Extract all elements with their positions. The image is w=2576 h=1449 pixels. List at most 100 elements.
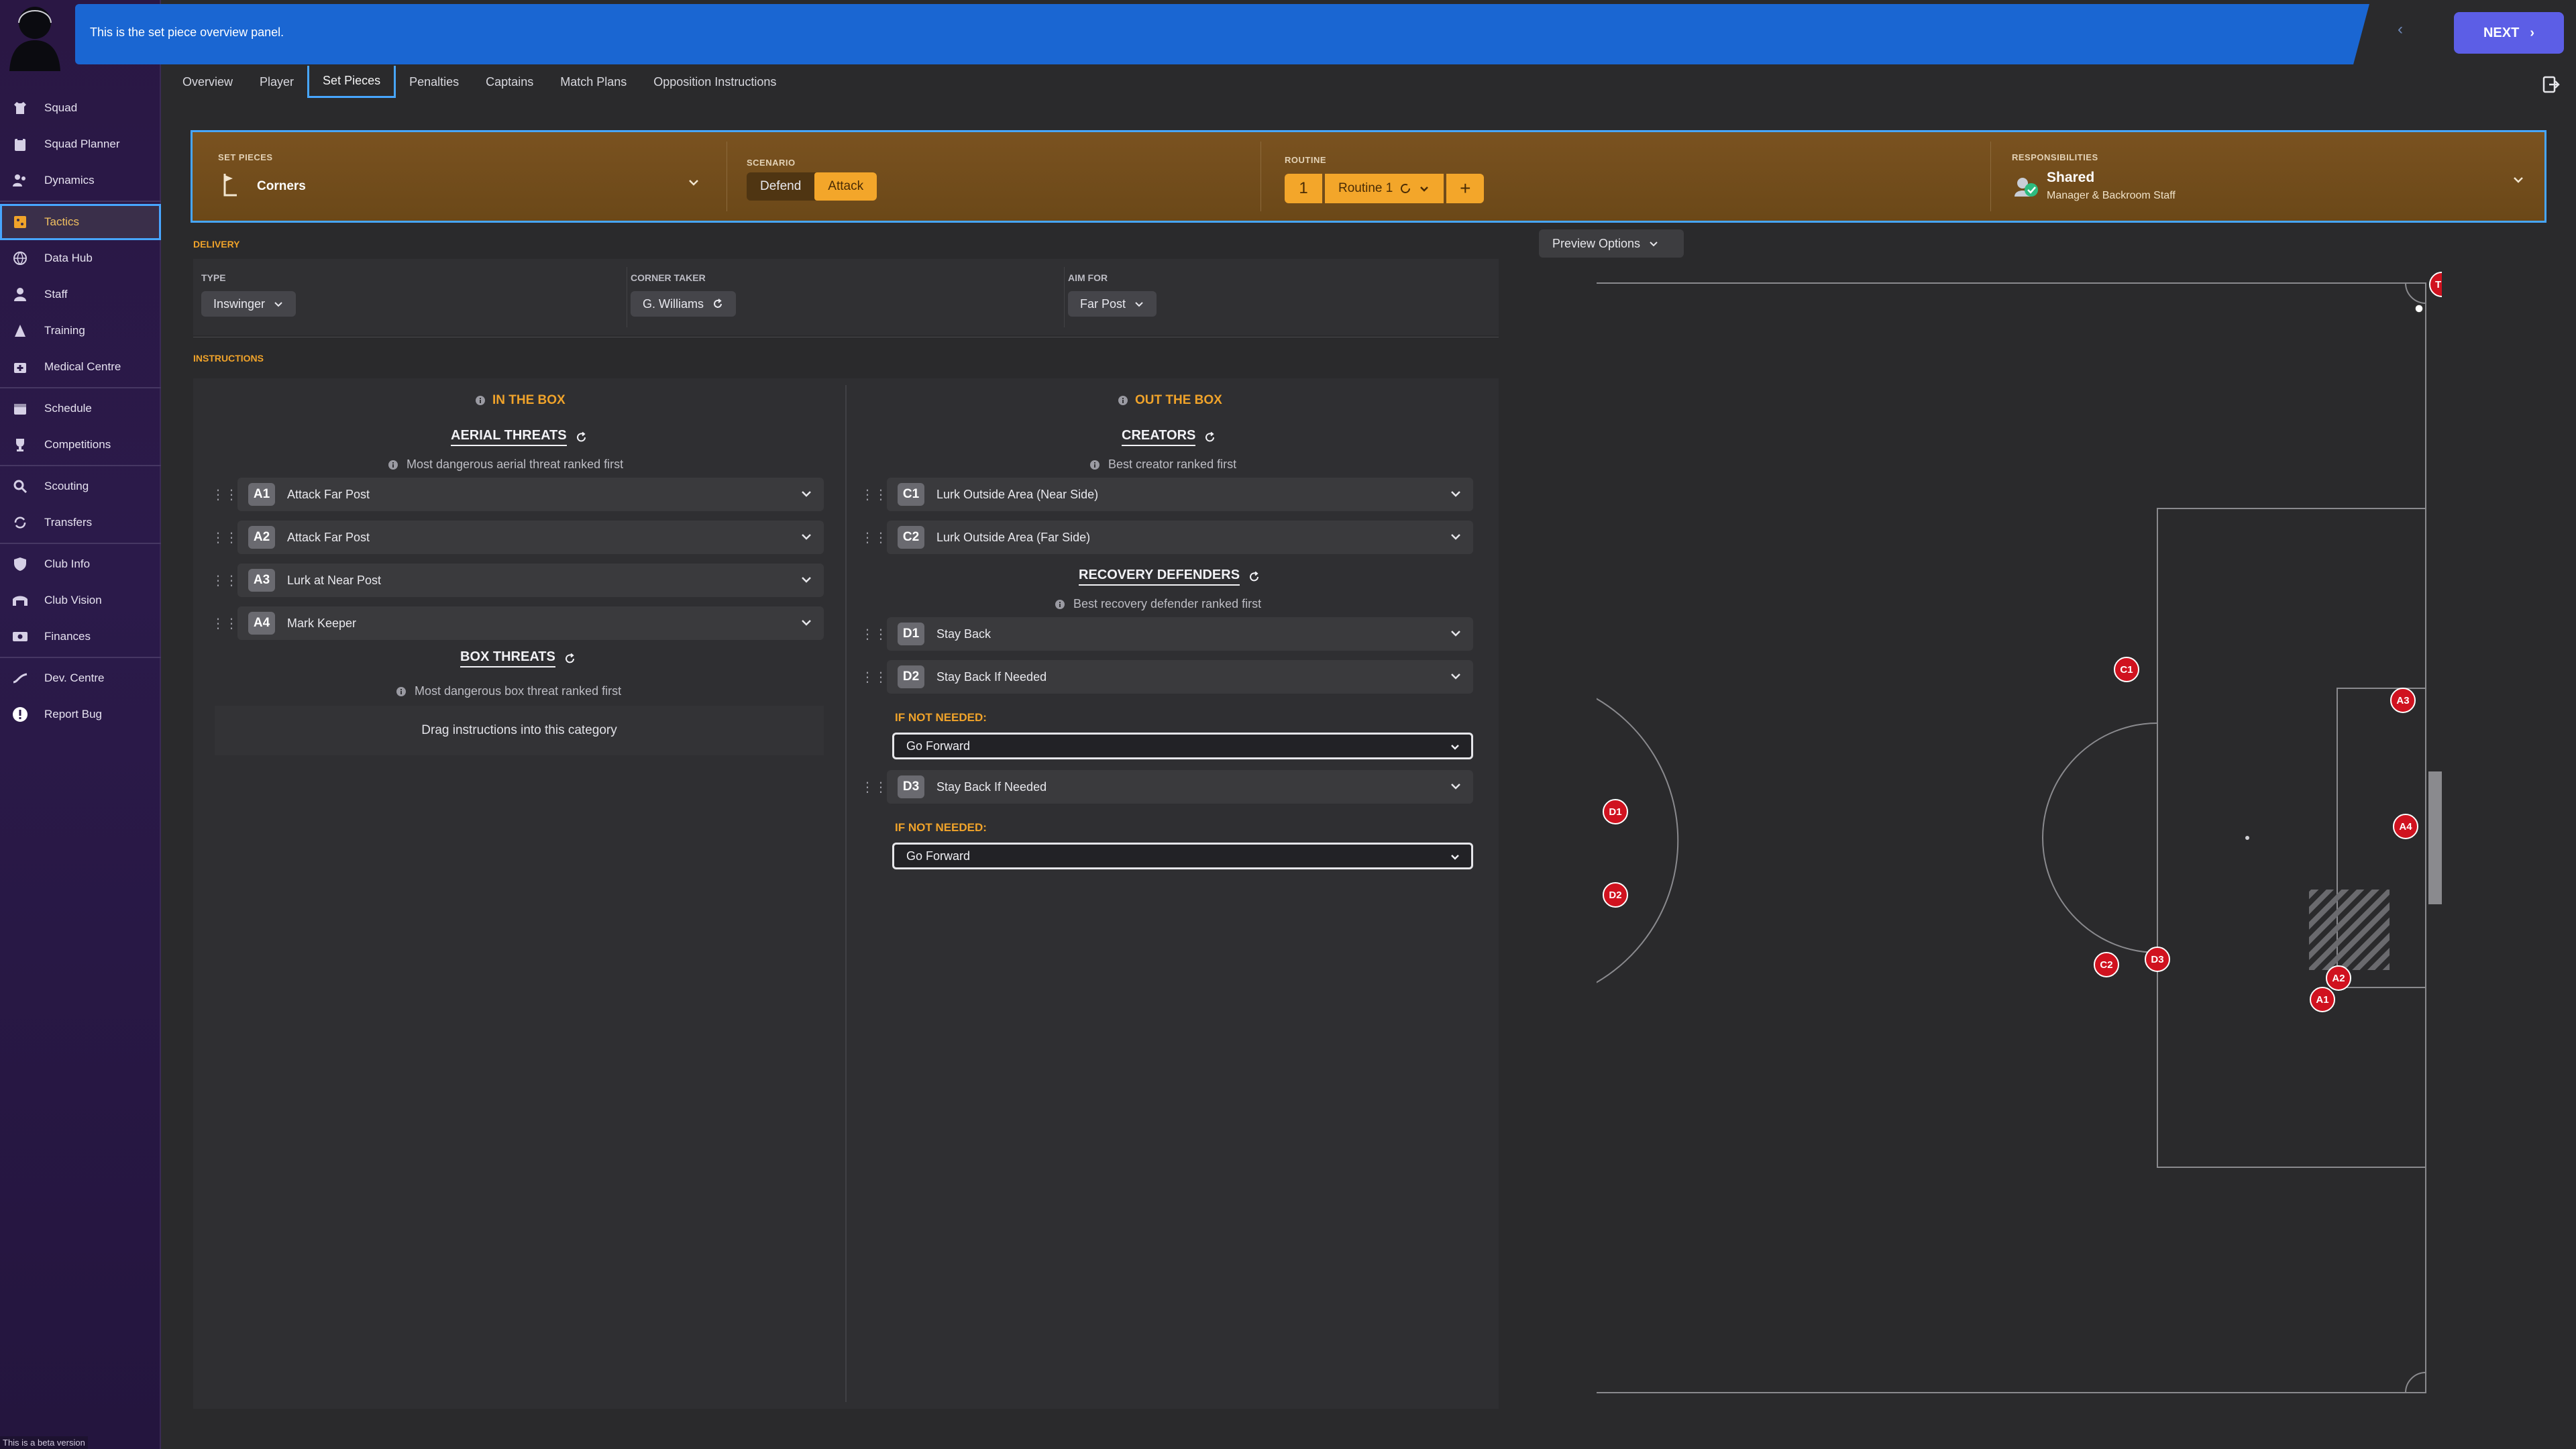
preview-options-dropdown[interactable]: Preview Options	[1539, 229, 1684, 258]
sidebar-item-tactics[interactable]: Tactics	[0, 204, 161, 240]
sidebar-item-label: Training	[44, 324, 85, 337]
sidebar-divider	[0, 465, 161, 466]
corner-taker-section: CORNER TAKER G. Williams	[631, 259, 1060, 335]
player-marker-tk[interactable]: TK	[2429, 272, 2442, 297]
sidebar-item-squad[interactable]: Squad	[0, 90, 161, 126]
instruction-dropdown[interactable]: A2 Attack Far Post	[237, 521, 824, 554]
sidebar-item-medical-centre[interactable]: Medical Centre	[0, 349, 161, 385]
sidebar-item-label: Dev. Centre	[44, 672, 105, 684]
responsibilities-selector[interactable]: RESPONSIBILITIES Shared Manager & Backro…	[1997, 132, 2544, 221]
add-routine-button[interactable]: +	[1446, 174, 1485, 203]
creator-row[interactable]: ⋮⋮ C1 Lurk Outside Area (Near Side)	[861, 478, 1473, 511]
instruction-dropdown[interactable]: C1 Lurk Outside Area (Near Side)	[887, 478, 1473, 511]
sidebar-item-finances[interactable]: Finances	[0, 619, 161, 655]
sidebar-item-squad-planner[interactable]: Squad Planner	[0, 126, 161, 162]
refresh-icon[interactable]	[575, 431, 588, 444]
tab-player[interactable]: Player	[246, 66, 307, 98]
tab-penalties[interactable]: Penalties	[396, 66, 472, 98]
tab-match-plans[interactable]: Match Plans	[547, 66, 640, 98]
player-marker-d2[interactable]: D2	[1603, 882, 1628, 908]
chevron-down-icon	[2514, 177, 2523, 183]
sidebar-item-data-hub[interactable]: Data Hub	[0, 240, 161, 276]
player-marker-a2[interactable]: A2	[2326, 965, 2351, 991]
instruction-dropdown[interactable]: A4 Mark Keeper	[237, 606, 824, 640]
sidebar-item-transfers[interactable]: Transfers	[0, 504, 161, 541]
growth-icon	[11, 669, 30, 688]
player-marker-c1[interactable]: C1	[2114, 657, 2139, 682]
sidebar-item-training[interactable]: Training	[0, 313, 161, 349]
tab-overview[interactable]: Overview	[169, 66, 246, 98]
drag-handle-icon[interactable]: ⋮⋮	[861, 626, 888, 643]
aerial-threat-row[interactable]: ⋮⋮ A1 Attack Far Post	[211, 478, 824, 511]
sidebar-item-report-bug[interactable]: Report Bug	[0, 696, 161, 733]
scenario-attack-option[interactable]: Attack	[814, 172, 877, 201]
creator-row[interactable]: ⋮⋮ C2 Lurk Outside Area (Far Side)	[861, 521, 1473, 554]
delivery-type-dropdown[interactable]: Inswinger	[201, 291, 297, 317]
previous-chevron-icon[interactable]: ‹	[2398, 20, 2403, 39]
routine-dropdown[interactable]: Routine 1	[1325, 174, 1444, 203]
instruction-dropdown[interactable]: A1 Attack Far Post	[237, 478, 824, 511]
aerial-threat-row[interactable]: ⋮⋮ A4 Mark Keeper	[211, 606, 824, 640]
player-marker-d3[interactable]: D3	[2145, 947, 2170, 972]
recovery-defender-row[interactable]: ⋮⋮ D3 Stay Back If Needed	[861, 770, 1473, 804]
scenario-defend-option[interactable]: Defend	[747, 172, 814, 201]
instruction-dropdown[interactable]: D2 Stay Back If Needed	[887, 660, 1473, 694]
player-marker-c2[interactable]: C2	[2094, 952, 2119, 977]
sidebar-item-dynamics[interactable]: Dynamics	[0, 162, 161, 199]
instruction-dropdown[interactable]: D1 Stay Back	[887, 617, 1473, 651]
drag-handle-icon[interactable]: ⋮⋮	[211, 529, 238, 546]
sidebar-item-staff[interactable]: Staff	[0, 276, 161, 313]
sidebar-divider	[0, 543, 161, 544]
player-marker-a3[interactable]: A3	[2390, 688, 2416, 713]
aerial-threat-row[interactable]: ⋮⋮ A2 Attack Far Post	[211, 521, 824, 554]
manager-avatar-icon[interactable]	[5, 0, 62, 71]
sidebar-item-club-info[interactable]: Club Info	[0, 546, 161, 582]
tab-captains[interactable]: Captains	[472, 66, 547, 98]
box-threats-dropzone[interactable]: Drag instructions into this category	[215, 706, 824, 755]
tab-opposition-instructions[interactable]: Opposition Instructions	[640, 66, 790, 98]
corner-taker-dropdown[interactable]: G. Williams	[631, 291, 736, 317]
routine-number[interactable]: 1	[1285, 174, 1322, 203]
drag-handle-icon[interactable]: ⋮⋮	[861, 669, 888, 686]
drag-handle-icon[interactable]: ⋮⋮	[211, 486, 238, 503]
instruction-dropdown[interactable]: D3 Stay Back If Needed	[887, 770, 1473, 804]
refresh-icon[interactable]	[1248, 570, 1261, 584]
aerial-threat-row[interactable]: ⋮⋮ A3 Lurk at Near Post	[211, 564, 824, 597]
responsibilities-label: RESPONSIBILITIES	[2012, 152, 2098, 162]
drag-handle-icon[interactable]: ⋮⋮	[211, 615, 238, 632]
exit-icon[interactable]	[2540, 74, 2561, 95]
if-not-needed-select[interactable]: Go Forward	[892, 843, 1473, 869]
drag-handle-icon[interactable]: ⋮⋮	[861, 529, 888, 546]
drag-handle-icon[interactable]: ⋮⋮	[861, 486, 888, 503]
sidebar-item-scouting[interactable]: Scouting	[0, 468, 161, 504]
recovery-defender-row[interactable]: ⋮⋮ D1 Stay Back	[861, 617, 1473, 651]
refresh-icon[interactable]	[1203, 431, 1217, 444]
medical-kit-icon	[11, 358, 30, 376]
drag-handle-icon[interactable]: ⋮⋮	[861, 779, 888, 796]
tab-set-pieces[interactable]: Set Pieces	[307, 66, 396, 98]
in-the-box-title: IN THE BOX	[492, 393, 566, 407]
divider	[1064, 267, 1065, 327]
sidebar-item-schedule[interactable]: Schedule	[0, 390, 161, 427]
sidebar-item-competitions[interactable]: Competitions	[0, 427, 161, 463]
instruction-label: Attack Far Post	[287, 530, 370, 544]
box-threats-hint: Most dangerous box threat ranked first	[396, 684, 621, 698]
player-marker-a4[interactable]: A4	[2393, 814, 2418, 839]
set-pieces-selector[interactable]: SET PIECES Corners	[193, 132, 718, 221]
sidebar-item-club-vision[interactable]: Club Vision	[0, 582, 161, 619]
sidebar-item-dev-centre[interactable]: Dev. Centre	[0, 660, 161, 696]
player-marker-a1[interactable]: A1	[2310, 987, 2335, 1012]
refresh-icon[interactable]	[564, 652, 577, 665]
if-not-needed-select[interactable]: Go Forward	[892, 733, 1473, 759]
instruction-dropdown[interactable]: C2 Lurk Outside Area (Far Side)	[887, 521, 1473, 554]
aim-for-dropdown[interactable]: Far Post	[1068, 291, 1157, 317]
aerial-threats-hint: Most dangerous aerial threat ranked firs…	[388, 458, 623, 472]
instruction-label: Stay Back If Needed	[936, 780, 1047, 794]
next-button[interactable]: NEXT ›	[2454, 12, 2564, 54]
out-the-box-heading: OUT THE BOX	[1118, 393, 1222, 408]
instruction-dropdown[interactable]: A3 Lurk at Near Post	[237, 564, 824, 597]
drag-handle-icon[interactable]: ⋮⋮	[211, 572, 238, 589]
player-marker-d1[interactable]: D1	[1603, 799, 1628, 824]
recovery-defender-row[interactable]: ⋮⋮ D2 Stay Back If Needed	[861, 660, 1473, 694]
chevron-down-icon	[1451, 674, 1460, 680]
